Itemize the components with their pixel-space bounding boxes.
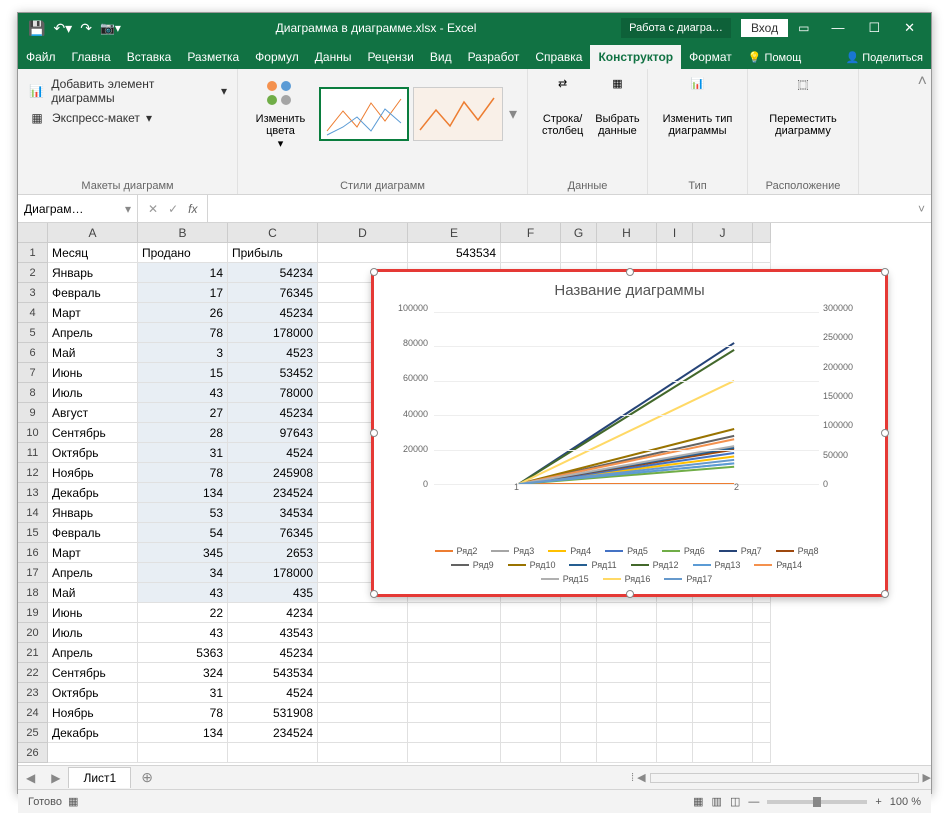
worksheet-area: ABCDEFGHIJ1МесяцПроданоПрибыль5435342Янв… bbox=[18, 223, 931, 765]
switch-rowcol-icon: ⇄ bbox=[546, 77, 580, 111]
styles-more-icon[interactable]: ▾ bbox=[509, 104, 517, 124]
camera-icon[interactable]: 📷▾ bbox=[100, 21, 121, 35]
resize-handle-ne[interactable] bbox=[881, 268, 889, 276]
save-icon[interactable]: 💾 bbox=[28, 20, 45, 37]
left-y-axis: 020000400006000080000100000 bbox=[388, 308, 430, 484]
resize-handle-se[interactable] bbox=[881, 590, 889, 598]
sheet-tab-1[interactable]: Лист1 bbox=[68, 767, 131, 788]
tab-data[interactable]: Данны bbox=[307, 45, 360, 69]
zoom-level[interactable]: 100 % bbox=[890, 796, 921, 808]
data-group-label: Данные bbox=[538, 180, 637, 192]
collapse-ribbon-icon[interactable]: ˄ bbox=[918, 73, 927, 91]
status-bar: Готово ▦ ▦ ▥ ◫ — + 100 % bbox=[18, 789, 931, 813]
namebox-dropdown-icon[interactable]: ▾ bbox=[125, 202, 131, 216]
sheet-nav-next-icon[interactable]: ▶ bbox=[43, 771, 68, 785]
tab-format[interactable]: Формат bbox=[681, 45, 740, 69]
change-chart-type-button[interactable]: 📊Изменить тип диаграммы bbox=[658, 75, 737, 139]
login-button[interactable]: Вход bbox=[741, 19, 788, 37]
resize-handle-e[interactable] bbox=[881, 429, 889, 437]
fx-icon[interactable]: fx bbox=[188, 202, 197, 216]
window-controls: — ☐ ✕ bbox=[819, 16, 927, 40]
styles-group-label: Стили диаграмм bbox=[248, 180, 517, 192]
chart-tools-context: Работа с диагра… bbox=[621, 18, 731, 38]
chart-style-2[interactable] bbox=[413, 87, 503, 141]
zoom-slider[interactable] bbox=[767, 800, 867, 804]
chart-object[interactable]: Название диаграммы 020000400006000080000… bbox=[371, 269, 888, 597]
chart-style-1[interactable] bbox=[319, 87, 409, 141]
macro-record-icon[interactable]: ▦ bbox=[68, 796, 78, 808]
layouts-group-label: Макеты диаграмм bbox=[28, 180, 227, 192]
select-data-icon: ▦ bbox=[600, 77, 634, 111]
chart-styles-gallery[interactable] bbox=[319, 87, 503, 141]
add-sheet-button[interactable]: ⊕ bbox=[131, 769, 163, 786]
ribbon-display-icon[interactable]: ▭ bbox=[798, 21, 809, 35]
zoom-out-button[interactable]: — bbox=[748, 796, 759, 808]
add-element-icon: 📊 bbox=[28, 82, 45, 100]
document-title: Диаграмма в диаграмме.xlsx - Excel bbox=[131, 21, 621, 35]
view-normal-icon[interactable]: ▦ bbox=[693, 795, 703, 808]
tab-review[interactable]: Рецензи bbox=[359, 45, 421, 69]
change-type-icon: 📊 bbox=[681, 77, 715, 111]
view-pagebreak-icon[interactable]: ◫ bbox=[730, 795, 740, 808]
ribbon: 📊Добавить элемент диаграммы▾ ▦Экспресс-м… bbox=[18, 69, 931, 195]
x-axis: 12 bbox=[434, 482, 819, 492]
chart-legend[interactable]: Ряд2Ряд3Ряд4Ряд5Ряд6Ряд7Ряд8Ряд9Ряд10Ряд… bbox=[434, 542, 819, 584]
sheet-tab-bar: ◀ ▶ Лист1 ⊕ ⁞ ◀▶ bbox=[18, 765, 931, 789]
undo-icon[interactable]: ↶▾ bbox=[53, 20, 72, 37]
status-text: Готово bbox=[28, 796, 62, 808]
colors-icon bbox=[263, 77, 297, 111]
tab-help[interactable]: Справка bbox=[527, 45, 590, 69]
location-group-label: Расположение bbox=[758, 180, 848, 192]
resize-handle-n[interactable] bbox=[626, 268, 634, 276]
redo-icon[interactable]: ↷ bbox=[80, 20, 92, 37]
move-chart-icon: ⿴ bbox=[786, 77, 820, 111]
tab-insert[interactable]: Вставка bbox=[119, 45, 180, 69]
tab-design[interactable]: Конструктор bbox=[590, 45, 681, 69]
chart-title[interactable]: Название диаграммы bbox=[386, 282, 873, 299]
formula-input[interactable] bbox=[207, 195, 912, 222]
tab-file[interactable]: Файл bbox=[18, 45, 64, 69]
tab-layout[interactable]: Разметка bbox=[179, 45, 247, 69]
share-button[interactable]: 👤 Поделиться bbox=[837, 46, 931, 69]
cancel-formula-icon[interactable]: ✕ bbox=[148, 202, 158, 216]
ribbon-tabs: Файл Главна Вставка Разметка Формул Данн… bbox=[18, 43, 931, 69]
tab-developer[interactable]: Разработ bbox=[460, 45, 528, 69]
quick-access-toolbar: 💾 ↶▾ ↷ 📷▾ bbox=[18, 20, 131, 37]
excel-window: 💾 ↶▾ ↷ 📷▾ Диаграмма в диаграмме.xlsx - E… bbox=[17, 12, 932, 794]
tell-me[interactable]: 💡 Помощ bbox=[740, 46, 810, 69]
tab-view[interactable]: Вид bbox=[422, 45, 460, 69]
titlebar: 💾 ↶▾ ↷ 📷▾ Диаграмма в диаграмме.xlsx - E… bbox=[18, 13, 931, 43]
move-chart-button[interactable]: ⿴Переместить диаграмму bbox=[758, 75, 848, 139]
quick-layout-button[interactable]: ▦Экспресс-макет▾ bbox=[28, 107, 227, 129]
switch-row-column-button[interactable]: ⇄Строка/ столбец bbox=[538, 75, 587, 139]
type-group-label: Тип bbox=[658, 180, 737, 192]
formula-bar: Диаграм…▾ ✕ ✓ fx ˅ bbox=[18, 195, 931, 223]
add-chart-element-button[interactable]: 📊Добавить элемент диаграммы▾ bbox=[28, 75, 227, 107]
change-colors-button[interactable]: Изменить цвета▾ bbox=[248, 75, 313, 152]
tab-formulas[interactable]: Формул bbox=[247, 45, 307, 69]
maximize-button[interactable]: ☐ bbox=[856, 16, 892, 40]
resize-handle-nw[interactable] bbox=[370, 268, 378, 276]
enter-formula-icon[interactable]: ✓ bbox=[168, 202, 178, 216]
quick-layout-icon: ▦ bbox=[28, 109, 46, 127]
resize-handle-s[interactable] bbox=[626, 590, 634, 598]
close-button[interactable]: ✕ bbox=[892, 16, 927, 40]
select-data-button[interactable]: ▦Выбрать данные bbox=[591, 75, 643, 139]
view-pagelayout-icon[interactable]: ▥ bbox=[712, 795, 722, 808]
expand-formula-icon[interactable]: ˅ bbox=[912, 202, 931, 216]
resize-handle-w[interactable] bbox=[370, 429, 378, 437]
chart-plot-area[interactable] bbox=[434, 312, 819, 484]
zoom-in-button[interactable]: + bbox=[875, 796, 881, 808]
right-y-axis: 050000100000150000200000250000300000 bbox=[823, 308, 867, 484]
resize-handle-sw[interactable] bbox=[370, 590, 378, 598]
tab-home[interactable]: Главна bbox=[64, 45, 119, 69]
sheet-nav-prev-icon[interactable]: ◀ bbox=[18, 771, 43, 785]
name-box[interactable]: Диаграм…▾ bbox=[18, 195, 138, 222]
minimize-button[interactable]: — bbox=[819, 16, 856, 40]
